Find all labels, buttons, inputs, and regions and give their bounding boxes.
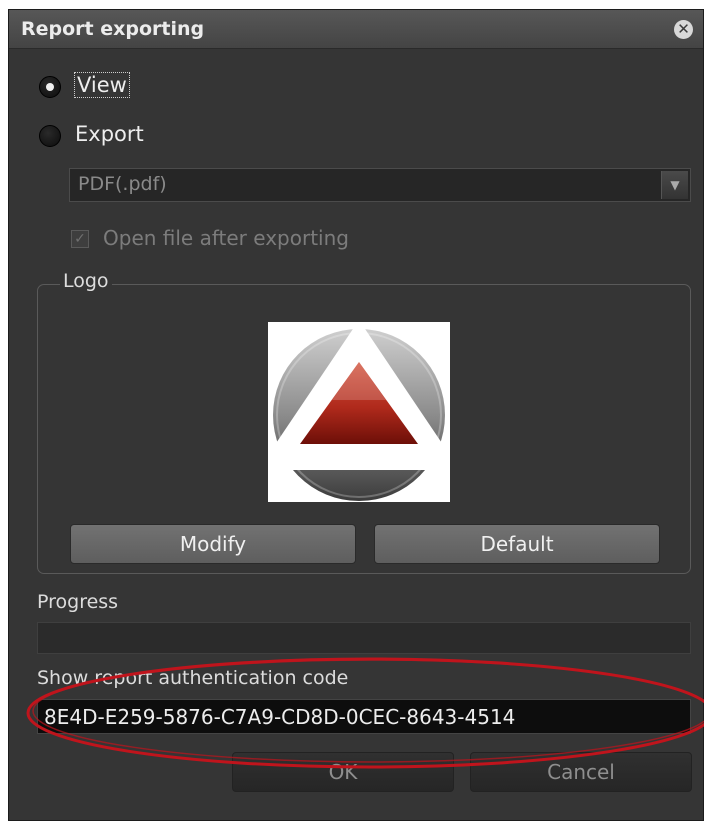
ok-button[interactable]: OK: [232, 752, 454, 792]
export-label[interactable]: Export: [75, 122, 144, 146]
cancel-button[interactable]: Cancel: [470, 752, 692, 792]
progress-label: Progress: [37, 591, 119, 613]
open-after-export-checkbox[interactable]: ✓: [71, 230, 89, 248]
dialog-title: Report exporting: [21, 18, 205, 40]
format-select[interactable]: PDF(.pdf) ▼: [69, 168, 691, 202]
open-after-export-label: Open file after exporting: [103, 226, 349, 250]
format-select-value: PDF(.pdf): [78, 173, 167, 195]
view-radio[interactable]: [39, 76, 61, 98]
modify-logo-button[interactable]: Modify: [70, 524, 356, 564]
chevron-down-icon[interactable]: ▼: [661, 171, 688, 199]
report-exporting-dialog: Report exporting ✕ View Export PDF(.pdf)…: [8, 9, 704, 821]
auth-code-field[interactable]: 8E4D-E259-5876-C7A9-CD8D-0CEC-8643-4514: [37, 699, 691, 734]
progress-bar: [37, 622, 691, 654]
title-bar[interactable]: Report exporting ✕: [9, 10, 703, 49]
logo-group: Logo Modify Default: [37, 270, 691, 574]
default-logo-button[interactable]: Default: [374, 524, 660, 564]
view-label[interactable]: View: [74, 72, 130, 98]
close-icon[interactable]: ✕: [674, 20, 693, 39]
logo-image: [258, 320, 460, 502]
logo-emblem-icon: [258, 320, 460, 501]
export-radio[interactable]: [39, 125, 61, 147]
auth-code-label: Show report authentication code: [37, 667, 349, 689]
auth-code-value: 8E4D-E259-5876-C7A9-CD8D-0CEC-8643-4514: [44, 705, 516, 729]
logo-legend: Logo: [60, 270, 112, 292]
